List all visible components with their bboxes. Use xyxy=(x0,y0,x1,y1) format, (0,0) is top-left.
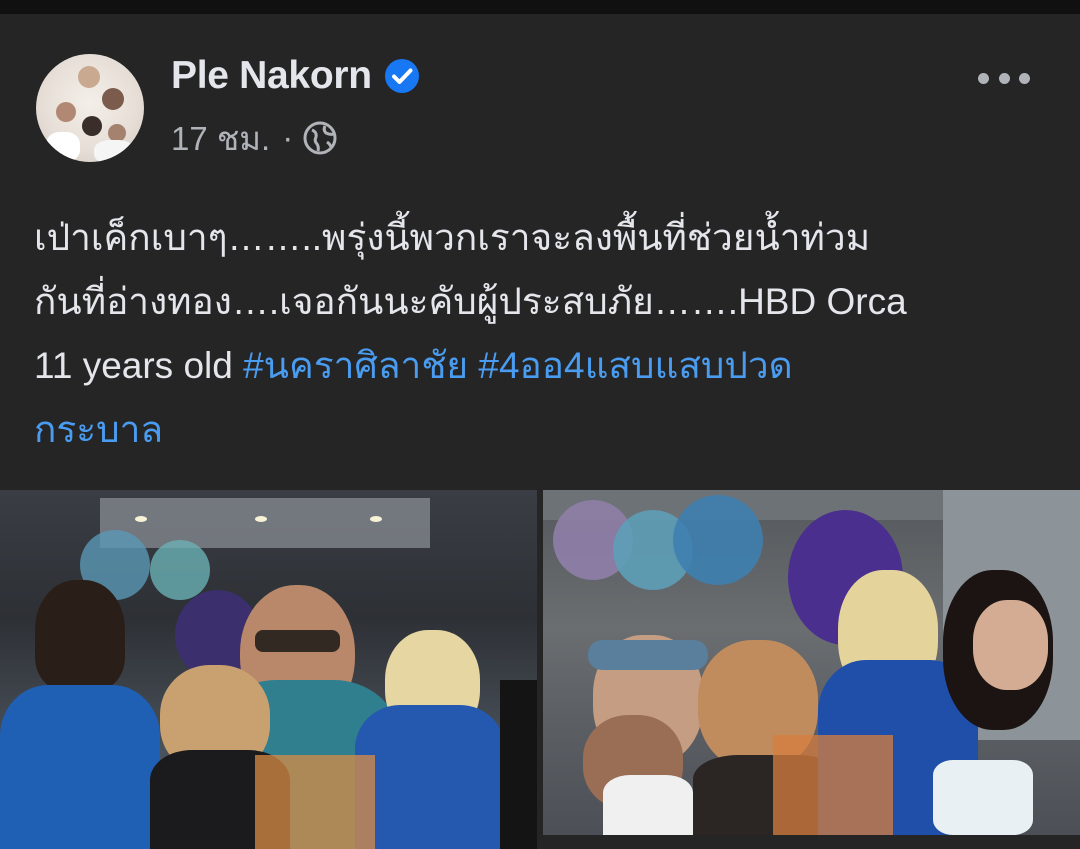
post-timestamp[interactable]: 17 ชม. xyxy=(171,112,270,165)
hashtag-link[interactable]: #4ออ4แสบแสบปวด xyxy=(478,345,792,386)
post-text-line: กระบาล xyxy=(34,398,1054,462)
post-text-plain: 11 years old xyxy=(34,345,244,386)
globe-icon[interactable] xyxy=(303,121,337,155)
post-text-line: 11 years old #นคราศิลาชัย #4ออ4แสบแสบปวด xyxy=(34,334,1054,398)
author-avatar[interactable] xyxy=(36,54,144,162)
meta-separator: · xyxy=(282,119,294,156)
post-text-line: เป่าเค็กเบาๆ……..พรุ่งนี้พวกเราจะลงพื้นที… xyxy=(34,217,871,258)
author-row: Ple Nakorn xyxy=(171,54,420,98)
verified-badge-icon xyxy=(384,58,420,94)
author-name[interactable]: Ple Nakorn xyxy=(171,54,372,98)
facebook-post: Ple Nakorn 17 ชม. · เป่าเค็กเบาๆ……..พรุ่… xyxy=(0,14,1080,849)
status-bar-strip xyxy=(0,0,1080,14)
photo-divider xyxy=(543,835,1080,849)
post-photo-right[interactable] xyxy=(543,490,1080,835)
post-text: เป่าเค็กเบาๆ……..พรุ่งนี้พวกเราจะลงพื้นที… xyxy=(34,206,1054,462)
post-photo-left[interactable] xyxy=(0,490,537,849)
post-text-line: กันที่อ่างทอง….เจอกันนะคับผู้ประสบภัย…….… xyxy=(34,281,907,322)
more-options-icon[interactable] xyxy=(978,68,1030,88)
hashtag-link[interactable]: #นคราศิลาชัย xyxy=(243,345,468,386)
post-meta: 17 ชม. · xyxy=(171,118,337,158)
hashtag-link[interactable]: กระบาล xyxy=(34,409,163,450)
